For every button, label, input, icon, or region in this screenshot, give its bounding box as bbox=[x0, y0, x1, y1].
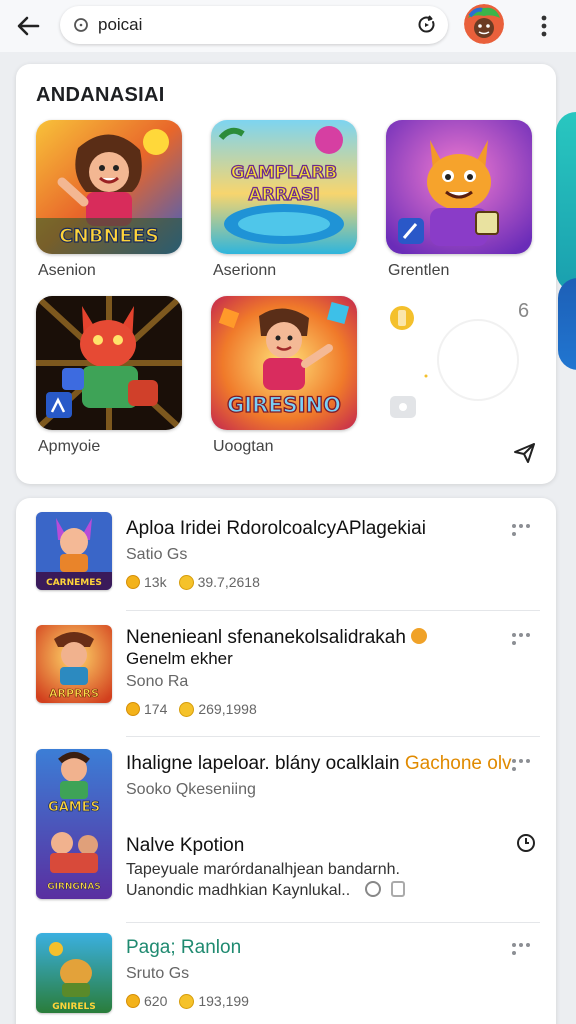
app-meta: 174 269,1998 bbox=[126, 701, 257, 717]
row-menu-icon[interactable] bbox=[510, 631, 536, 645]
smiley-icon bbox=[179, 993, 195, 1009]
list-item[interactable]: GAMES GIRNGNAS Ihaligne lapeloar. blány … bbox=[16, 737, 556, 921]
app-icon[interactable]: GAMPLARB ARRASI bbox=[211, 120, 357, 254]
coin-icon bbox=[126, 575, 140, 589]
side-panel-peek[interactable] bbox=[556, 112, 576, 292]
coin-count: 13k bbox=[144, 574, 167, 590]
list-item[interactable]: ARPRRS Nenenieanl sfenanekolsalidrakah G… bbox=[16, 611, 556, 735]
smiley-icon bbox=[179, 701, 195, 717]
app-icon-logo-text: GIRESINO bbox=[227, 393, 341, 417]
thumb-logo-text: ARPRRS bbox=[49, 687, 99, 700]
back-arrow-icon[interactable] bbox=[12, 10, 44, 42]
featured-apps-card: ANDANASIAI CNBNEES Asenion GAMPLARB ARRA… bbox=[16, 64, 556, 484]
app-subtitle: Sono Ra bbox=[126, 673, 189, 690]
app-tile[interactable]: Apmyoie bbox=[36, 296, 186, 456]
app-icon[interactable]: GIRESINO bbox=[211, 296, 357, 430]
coin-count: 174 bbox=[144, 701, 168, 717]
app-title: Nenenieanl sfenanekolsalidrakah bbox=[126, 627, 428, 649]
search-bar[interactable] bbox=[60, 6, 448, 44]
app-tile[interactable]: Grentlen bbox=[386, 120, 536, 280]
app-title-secondary: Genelm ekher bbox=[126, 649, 233, 668]
share-icon[interactable] bbox=[512, 440, 538, 466]
globe-icon bbox=[364, 881, 381, 897]
app-secondary-title: Nalve Kpotion bbox=[126, 835, 245, 856]
app-tile[interactable]: CNBNEES Asenion bbox=[36, 120, 186, 280]
app-title: Ihaligne lapeloar. blány ocalklain Gacho… bbox=[126, 753, 512, 774]
app-icon[interactable] bbox=[36, 296, 182, 430]
row-menu-icon[interactable] bbox=[510, 522, 536, 536]
app-description-line: Uanondic madhkian Kaynlukal.. bbox=[126, 881, 406, 900]
score: 193,199 bbox=[198, 993, 249, 1009]
app-label: Grentlen bbox=[388, 262, 450, 279]
list-item[interactable]: GNIRELS Paga; Ranlon Sruto Gs 620 193,19… bbox=[16, 923, 556, 1023]
app-thumbnail[interactable]: GAMES GIRNGNAS bbox=[36, 749, 112, 899]
side-panel-peek-secondary[interactable] bbox=[558, 278, 576, 370]
thumb-logo-text: CARNEMES bbox=[46, 578, 102, 588]
placeholder-number: 6 bbox=[518, 300, 530, 322]
loading-placeholder-tile: 6 bbox=[388, 300, 538, 420]
svg-text:ARRASI: ARRASI bbox=[248, 185, 319, 205]
thumb-logo-text: GNIRELS bbox=[52, 1002, 96, 1012]
score: 269,1998 bbox=[198, 701, 257, 717]
app-icon-logo-text: CNBNEES bbox=[59, 225, 159, 247]
clock-icon[interactable] bbox=[516, 833, 536, 853]
coin-count: 620 bbox=[144, 993, 168, 1009]
app-list-card: CARNEMES Aploa Iridei RdorolcoalcyAPlage… bbox=[16, 498, 556, 1024]
hand-icon bbox=[411, 628, 428, 644]
app-meta: 13k 39.7,2618 bbox=[126, 574, 260, 590]
app-thumbnail[interactable]: ARPRRS bbox=[36, 625, 112, 703]
app-icon[interactable]: CNBNEES bbox=[36, 120, 182, 254]
app-meta: 620 193,199 bbox=[126, 993, 249, 1009]
coin-icon bbox=[126, 994, 140, 1008]
app-subtitle: Satio Gs bbox=[126, 546, 188, 563]
row-menu-icon[interactable] bbox=[510, 757, 536, 771]
app-thumbnail[interactable]: GNIRELS bbox=[36, 933, 112, 1013]
smiley-icon bbox=[178, 574, 194, 590]
svg-text:GAMPLARB: GAMPLARB bbox=[231, 163, 338, 183]
app-subtitle: Sruto Gs bbox=[126, 965, 190, 982]
app-title: Aploa Iridei RdorolcoalcyAPlagekiai bbox=[126, 518, 426, 539]
more-options-icon[interactable] bbox=[532, 10, 556, 42]
title-highlight: Gachone olv bbox=[404, 753, 512, 774]
app-thumbnail[interactable]: CARNEMES bbox=[36, 512, 112, 590]
section-title: ANDANASIAI bbox=[36, 84, 165, 106]
thumb-logo-text: GAMES bbox=[48, 800, 100, 815]
app-description-line: Tapeyuale marórdanalhjean bandarnh. bbox=[126, 861, 400, 878]
thumb-logo-text: GIRNGNAS bbox=[47, 882, 101, 892]
row-menu-icon[interactable] bbox=[510, 941, 536, 955]
search-icon bbox=[72, 16, 90, 34]
refresh-icon[interactable] bbox=[416, 14, 438, 36]
app-label: Aserionn bbox=[213, 262, 277, 279]
coin-icon bbox=[126, 702, 140, 716]
app-tile[interactable]: GIRESINO Uoogtan bbox=[211, 296, 361, 456]
app-subtitle: Sooko Qkeseniing bbox=[126, 781, 256, 798]
top-bar bbox=[0, 0, 576, 52]
app-tile[interactable]: GAMPLARB ARRASI Aserionn bbox=[211, 120, 361, 280]
list-item[interactable]: CARNEMES Aploa Iridei RdorolcoalcyAPlage… bbox=[16, 498, 556, 610]
app-label: Apmyoie bbox=[38, 438, 101, 455]
search-input[interactable] bbox=[98, 13, 398, 37]
badge-icon bbox=[391, 881, 406, 897]
avatar[interactable] bbox=[464, 4, 504, 44]
score: 39.7,2618 bbox=[197, 574, 260, 590]
app-icon[interactable] bbox=[386, 120, 532, 254]
app-label: Uoogtan bbox=[213, 438, 274, 455]
app-title: Paga; Ranlon bbox=[126, 937, 242, 958]
app-label: Asenion bbox=[38, 262, 96, 279]
